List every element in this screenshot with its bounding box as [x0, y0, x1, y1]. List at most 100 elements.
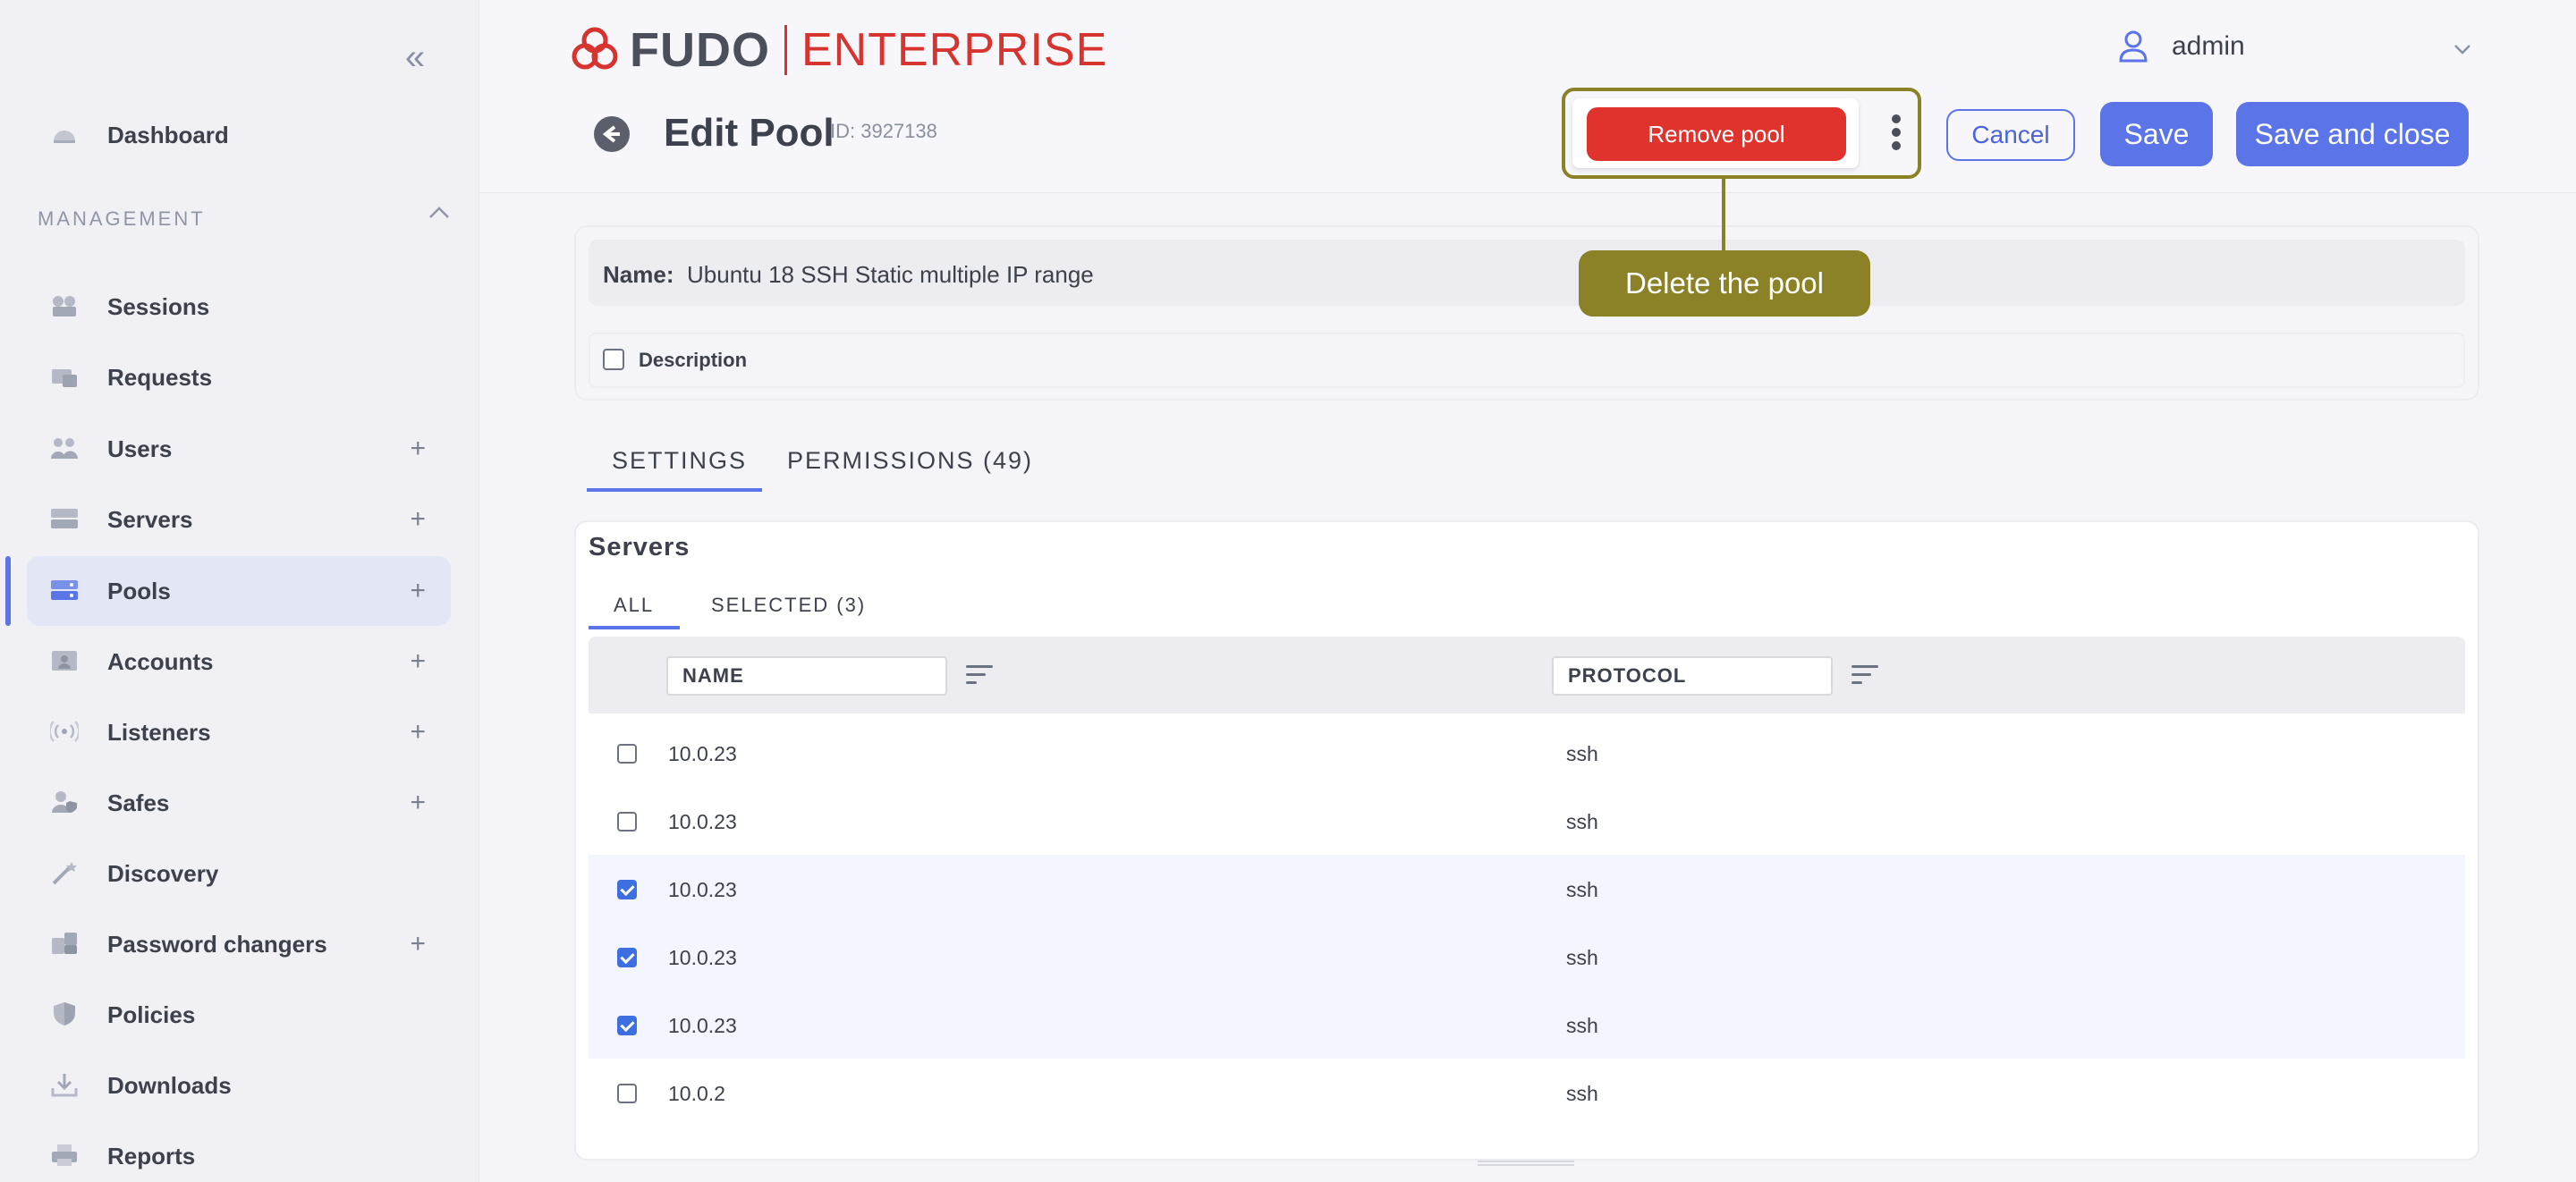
- add-safe-button[interactable]: +: [410, 789, 426, 816]
- pools-icon: [51, 580, 78, 600]
- description-checkbox[interactable]: [603, 349, 624, 370]
- pool-id: ID: 3927138: [830, 120, 937, 142]
- table-row[interactable]: 10.0.2 ssh: [589, 1059, 2465, 1127]
- add-server-button[interactable]: +: [410, 506, 426, 533]
- remove-pool-button[interactable]: Remove pool: [1587, 107, 1846, 161]
- sidebar-item-listeners[interactable]: Listeners +: [27, 697, 451, 767]
- row-checkbox[interactable]: [617, 948, 637, 967]
- chevron-down-icon[interactable]: [2453, 43, 2472, 55]
- resize-handle[interactable]: [1478, 1161, 1574, 1166]
- sessions-icon: [53, 296, 76, 317]
- sidebar-item-dashboard[interactable]: Dashboard: [27, 100, 451, 170]
- sidebar: « Dashboard MANAGEMENT Sessions Requests…: [0, 0, 479, 1182]
- save-button[interactable]: Save: [2100, 102, 2213, 166]
- row-checkbox[interactable]: [617, 1016, 637, 1035]
- description-field: [589, 333, 2465, 388]
- name-value[interactable]: Ubuntu 18 SSH Static multiple IP range: [687, 261, 1094, 289]
- back-button[interactable]: [594, 116, 630, 152]
- add-user-button[interactable]: +: [410, 435, 426, 462]
- server-name: 10.0.23: [668, 946, 737, 969]
- sidebar-item-label: Downloads: [107, 1071, 232, 1099]
- sidebar-item-policies[interactable]: Policies: [27, 980, 451, 1050]
- accounts-icon: [52, 651, 77, 671]
- collapse-sidebar-icon[interactable]: «: [394, 39, 436, 75]
- safes-icon: [52, 791, 77, 813]
- sidebar-item-label: Listeners: [107, 718, 211, 746]
- server-protocol: ssh: [1566, 1082, 1598, 1105]
- sidebar-item-discovery[interactable]: Discovery: [27, 839, 451, 908]
- sidebar-item-label: Requests: [107, 363, 213, 391]
- sidebar-item-pools[interactable]: Pools +: [27, 556, 451, 626]
- sidebar-item-label: Accounts: [107, 647, 214, 675]
- table-row[interactable]: 10.0.23 ssh: [589, 719, 2465, 787]
- add-password-changer-button[interactable]: +: [410, 931, 426, 958]
- logo-enterprise-text: ENTERPRISE: [801, 24, 1108, 76]
- sidebar-item-label: Reports: [107, 1142, 196, 1169]
- table-row[interactable]: 10.0.23 ssh: [589, 787, 2465, 855]
- chevron-up-icon[interactable]: [428, 204, 451, 222]
- sidebar-item-label: Policies: [107, 1000, 196, 1028]
- sidebar-item-sessions[interactable]: Sessions: [27, 272, 451, 342]
- name-label: Name:: [603, 261, 674, 288]
- logo-fudo-text: FUDO: [630, 23, 770, 77]
- save-and-close-button[interactable]: Save and close: [2236, 102, 2469, 166]
- sidebar-item-label: Users: [107, 435, 173, 462]
- row-checkbox[interactable]: [617, 880, 637, 899]
- server-protocol: ssh: [1566, 742, 1598, 765]
- sort-name-icon[interactable]: [966, 665, 993, 687]
- protocol-column-filter[interactable]: PROTOCOL: [1552, 656, 1833, 696]
- sidebar-item-label: Sessions: [107, 292, 210, 320]
- sidebar-item-servers[interactable]: Servers +: [27, 485, 451, 554]
- tab-permissions[interactable]: PERMISSIONS (49): [787, 447, 1033, 475]
- tooltip-connector: [1722, 179, 1725, 252]
- servers-icon: [51, 509, 78, 528]
- printer-icon: [52, 1144, 77, 1166]
- subtab-all[interactable]: ALL: [614, 594, 654, 617]
- table-row[interactable]: 10.0.23 ssh: [589, 855, 2465, 923]
- name-column-filter[interactable]: NAME: [666, 656, 947, 696]
- server-protocol: ssh: [1566, 946, 1598, 969]
- server-protocol: ssh: [1566, 878, 1598, 901]
- server-name: 10.0.2: [668, 1082, 725, 1105]
- section-management-label: MANAGEMENT: [38, 207, 206, 230]
- page-title: Edit Pool: [664, 111, 835, 155]
- tutorial-tooltip: Delete the pool: [1579, 250, 1870, 317]
- row-checkbox[interactable]: [617, 1084, 637, 1103]
- sidebar-item-accounts[interactable]: Accounts +: [27, 627, 451, 697]
- sidebar-item-users[interactable]: Users +: [27, 414, 451, 484]
- server-protocol: ssh: [1566, 810, 1598, 833]
- table-row[interactable]: 10.0.23 ssh: [589, 923, 2465, 991]
- row-checkbox[interactable]: [617, 744, 637, 764]
- shield-icon: [54, 1002, 75, 1026]
- user-menu[interactable]: admin: [2118, 30, 2245, 63]
- discovery-icon: [52, 862, 77, 885]
- logo-divider: [784, 25, 787, 75]
- sidebar-item-downloads[interactable]: Downloads: [27, 1051, 451, 1120]
- row-checkbox[interactable]: [617, 812, 637, 832]
- servers-title: Servers: [589, 533, 691, 561]
- add-account-button[interactable]: +: [410, 648, 426, 675]
- cancel-button[interactable]: Cancel: [1946, 109, 2075, 161]
- sidebar-item-safes[interactable]: Safes +: [27, 768, 451, 838]
- sidebar-item-reports[interactable]: Reports: [27, 1121, 451, 1182]
- table-row[interactable]: 10.0.23 ssh: [589, 991, 2465, 1059]
- tab-settings[interactable]: SETTINGS: [612, 447, 747, 475]
- server-protocol: ssh: [1566, 1014, 1598, 1037]
- sidebar-item-label: Password changers: [107, 930, 327, 958]
- app-logo[interactable]: FUDO ENTERPRISE: [569, 23, 1107, 77]
- active-indicator: [5, 556, 11, 626]
- sidebar-item-password-changers[interactable]: Password changers +: [27, 909, 451, 979]
- add-pool-button[interactable]: +: [410, 578, 426, 604]
- sidebar-item-label: Discovery: [107, 859, 219, 887]
- sidebar-item-label: Pools: [107, 577, 171, 604]
- subtab-selected[interactable]: SELECTED (3): [711, 594, 866, 617]
- sidebar-item-requests[interactable]: Requests: [27, 342, 451, 412]
- add-listener-button[interactable]: +: [410, 719, 426, 746]
- users-icon: [51, 438, 78, 459]
- sidebar-item-label: Servers: [107, 505, 193, 533]
- back-arrow-icon: [602, 125, 620, 143]
- sort-protocol-icon[interactable]: [1852, 665, 1878, 687]
- server-name: 10.0.23: [668, 742, 737, 765]
- more-options-icon[interactable]: [1887, 114, 1905, 154]
- requests-icon: [52, 369, 77, 387]
